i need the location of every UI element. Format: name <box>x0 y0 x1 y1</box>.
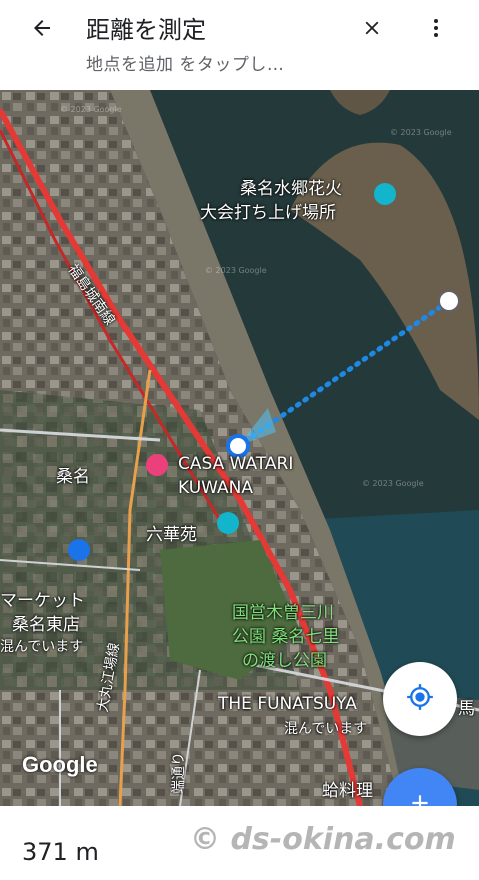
poi-market-status: 混んでいます <box>0 639 84 655</box>
poi-park-label-3[interactable]: の渡し公園 <box>242 646 327 671</box>
page-subtitle: 地点を追加 をタップし… <box>86 55 285 75</box>
poi-rikkaen-label[interactable]: 六華苑 <box>146 520 197 545</box>
credit-watermark: © ds-okina.com <box>190 822 456 857</box>
poi-hotel-label-2[interactable]: KUWANA <box>178 478 253 498</box>
poi-fireworks-label[interactable]: 桑名水郷花火 <box>240 174 342 199</box>
top-bar: 距離を測定 地点を追加 をタップし… <box>0 0 479 90</box>
poi-market-label-2[interactable]: 桑名東店 <box>12 610 80 635</box>
close-icon[interactable] <box>352 8 392 48</box>
place-label-kuwana: 桑名 <box>56 467 90 487</box>
google-logo: Google <box>22 752 98 777</box>
my-location-icon <box>406 683 434 715</box>
distance-readout: 371 m <box>22 838 99 866</box>
back-arrow-icon[interactable] <box>22 8 62 48</box>
page-title: 距離を測定 <box>86 16 206 44</box>
poi-fireworks-label-2[interactable]: 大会打ち上げ場所 <box>200 198 336 223</box>
poi-bottom-label[interactable]: 蛤料理 <box>322 776 373 801</box>
more-vert-icon[interactable] <box>416 8 456 48</box>
map-watermark: © 2023 Google <box>390 128 452 137</box>
end-point-marker[interactable] <box>438 290 460 312</box>
map-watermark: © 2023 Google <box>205 266 267 275</box>
road-label-bottom: 端通り <box>171 752 187 794</box>
map-watermark: © 2023 Google <box>60 105 122 114</box>
poi-park-label-2[interactable]: 公園 桑名七里 <box>232 622 339 647</box>
poi-market-label[interactable]: マーケット <box>0 586 85 611</box>
poi-funatsuya-label[interactable]: THE FUNATSUYA <box>218 694 357 714</box>
poi-funatsuya-status: 混んでいます <box>284 721 368 737</box>
map-watermark: © 2023 Google <box>362 479 424 488</box>
place-label-edge: 馬 <box>458 699 475 719</box>
poi-hotel-label[interactable]: CASA WATARI <box>178 454 293 474</box>
poi-park-label[interactable]: 国営木曽三川 <box>232 598 334 623</box>
my-location-button[interactable] <box>383 662 457 736</box>
start-point-marker[interactable] <box>226 434 250 458</box>
